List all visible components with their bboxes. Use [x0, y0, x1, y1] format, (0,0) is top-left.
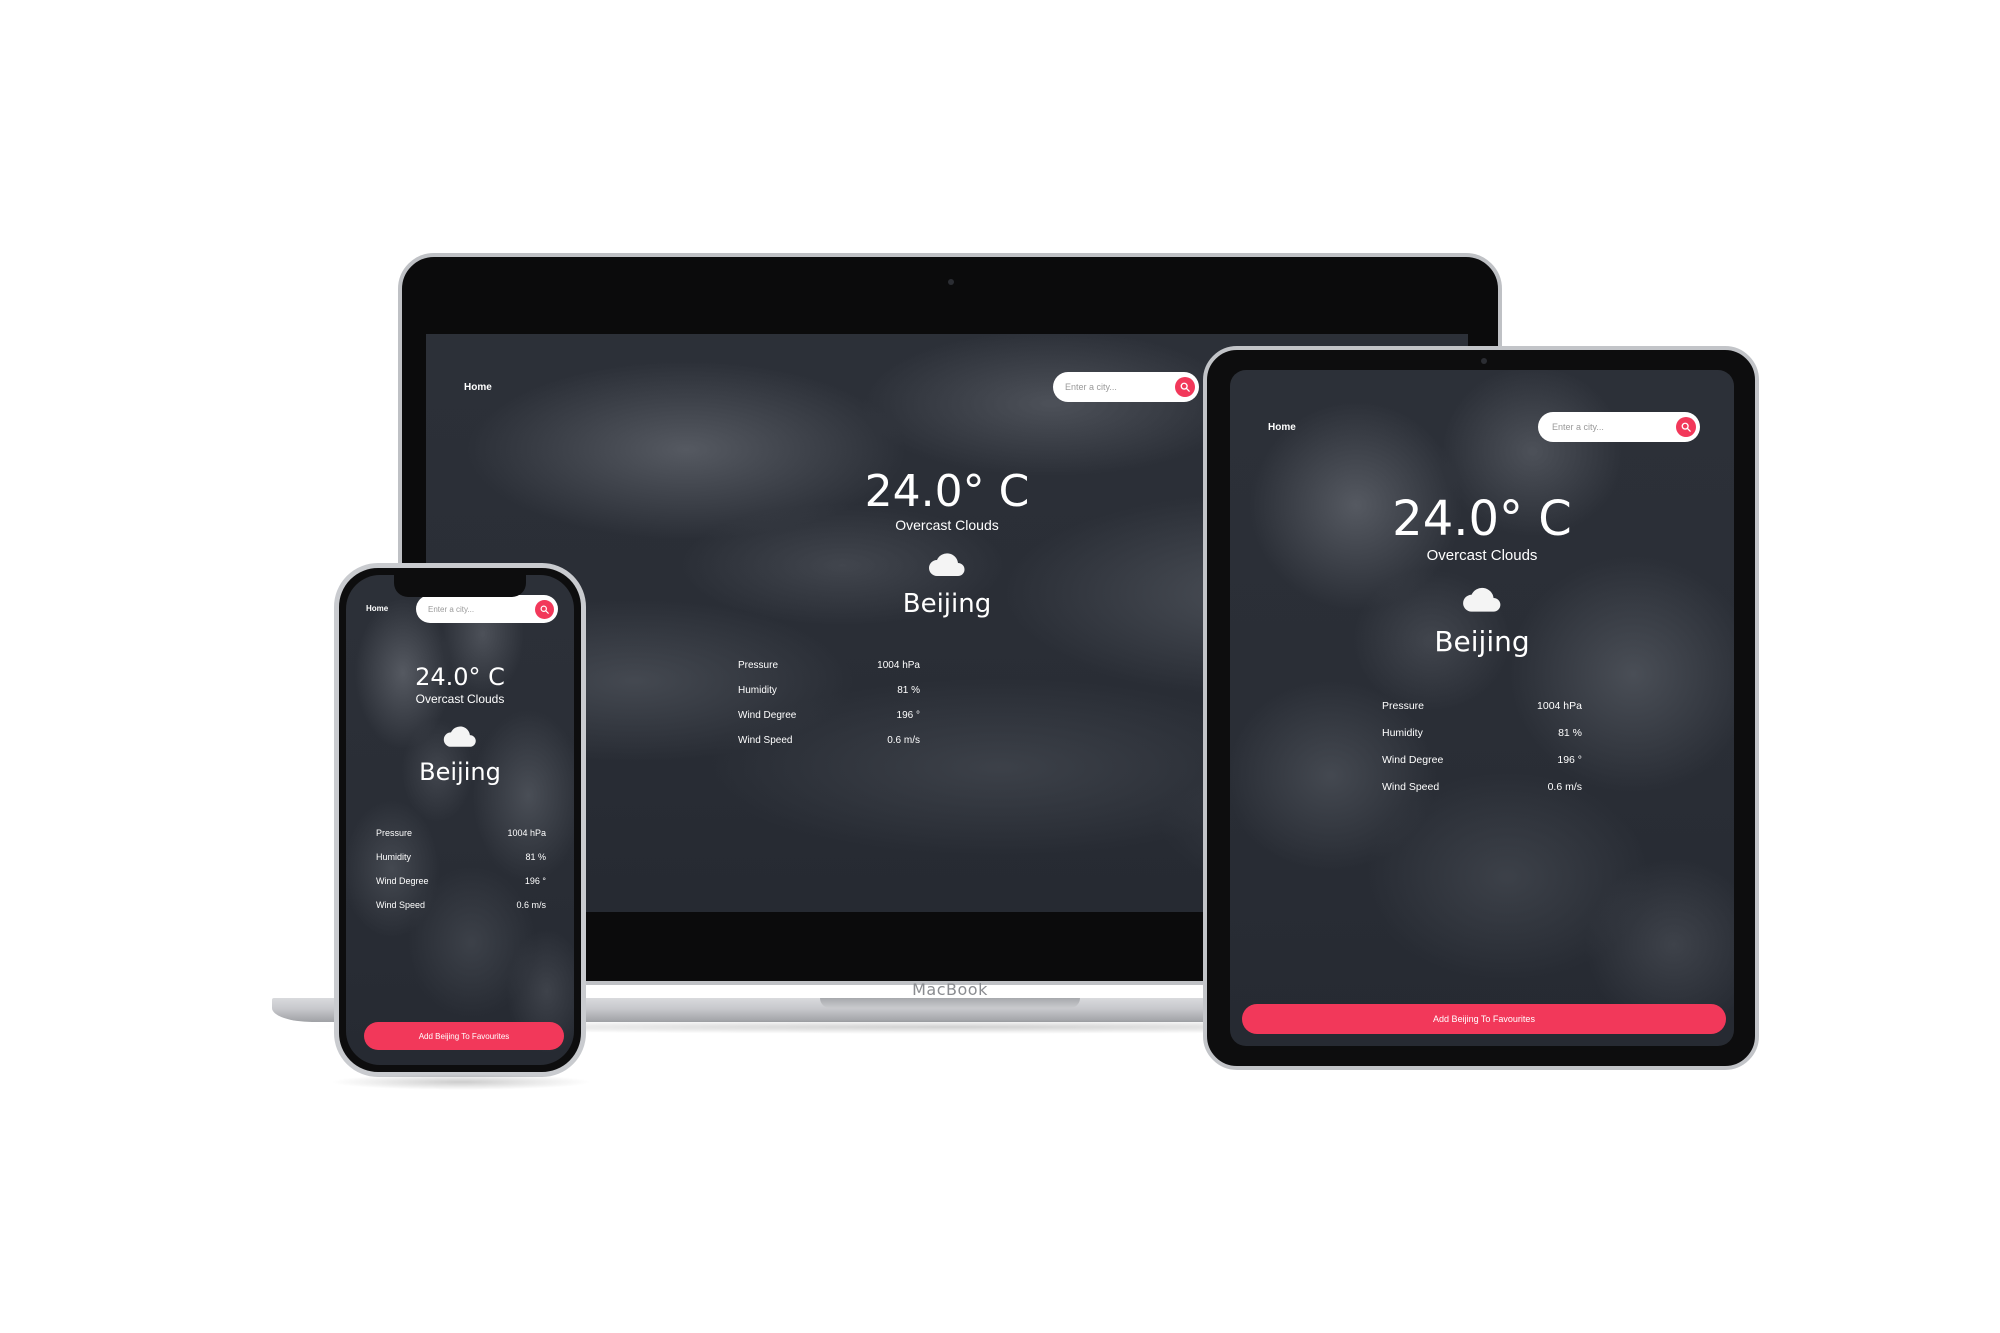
stat-value: 1004 hPa: [1537, 700, 1582, 712]
weather-stats: Pressure 1004 hPa Humidity 81 % Wind Deg…: [376, 828, 546, 924]
weather-stats: Pressure 1004 hPa Humidity 81 % Wind Deg…: [1382, 700, 1582, 808]
search-bar[interactable]: [416, 595, 558, 623]
cloud-icon: [1463, 587, 1501, 612]
weather-description: Overcast Clouds: [415, 692, 505, 706]
search-button[interactable]: [1175, 377, 1195, 397]
stat-label: Wind Degree: [376, 876, 429, 886]
stat-value: 196 °: [1557, 754, 1582, 766]
search-bar[interactable]: [1538, 412, 1700, 442]
city-name: Beijing: [1434, 625, 1530, 658]
stat-value: 1004 hPa: [877, 660, 920, 671]
stat-label: Pressure: [1382, 700, 1425, 712]
search-icon: [540, 605, 549, 614]
stat-label: Pressure: [376, 828, 413, 838]
stat-row-humidity: Humidity 81 %: [738, 685, 920, 710]
iphone-notch: [394, 575, 526, 597]
add-favourite-button[interactable]: Add Beijing To Favourites: [364, 1022, 564, 1050]
search-icon: [1180, 382, 1190, 392]
search-button[interactable]: [535, 599, 554, 619]
stat-value: 0.6 m/s: [1547, 781, 1582, 793]
macbook-brand-label: MacBook: [912, 980, 988, 999]
city-name: Beijing: [419, 758, 501, 786]
stat-row-pressure: Pressure 1004 hPa: [738, 660, 920, 685]
stat-label: Wind Degree: [1382, 754, 1444, 766]
weather-summary: 24.0° C Overcast Clouds Beijing: [1230, 492, 1734, 660]
stat-row-wind-speed: Wind Speed 0.6 m/s: [376, 900, 546, 924]
weather-description: Overcast Clouds: [1426, 547, 1538, 564]
camera: [948, 279, 954, 285]
weather-stats: Pressure 1004 hPa Humidity 81 % Wind Deg…: [738, 660, 920, 760]
stat-row-pressure: Pressure 1004 hPa: [1382, 700, 1582, 727]
search-input[interactable]: [1065, 382, 1175, 392]
stat-value: 81 %: [897, 685, 920, 696]
stat-row-wind-speed: Wind Speed 0.6 m/s: [1382, 781, 1582, 808]
nav-home-link[interactable]: Home: [1268, 422, 1296, 433]
stat-value: 196 °: [524, 876, 546, 886]
stat-label: Wind Degree: [738, 710, 797, 721]
stat-row-pressure: Pressure 1004 hPa: [376, 828, 546, 852]
search-input[interactable]: [428, 604, 535, 614]
cloud-icon: [929, 553, 965, 576]
macbook-hinge-notch: [820, 998, 1080, 1008]
stat-label: Humidity: [1382, 727, 1423, 739]
weather-summary: 24.0° C Overcast Clouds Beijing: [346, 663, 574, 787]
stat-value: 0.6 m/s: [516, 900, 546, 910]
iphone-screen: Home 24.0° C Overcast Clouds Beijing Pre…: [346, 575, 574, 1065]
cloud-icon: [443, 726, 476, 747]
search-bar[interactable]: [1053, 372, 1199, 402]
add-favourite-button[interactable]: Add Beijing To Favourites: [1242, 1004, 1726, 1034]
stat-label: Humidity: [738, 685, 777, 696]
stat-value: 81 %: [1558, 727, 1582, 739]
stat-value: 0.6 m/s: [887, 735, 920, 746]
stat-label: Pressure: [738, 660, 779, 671]
stat-label: Wind Speed: [1382, 781, 1440, 793]
stat-value: 1004 hPa: [507, 828, 546, 838]
temperature: 24.0° C: [415, 663, 505, 691]
stat-row-wind-degree: Wind Degree 196 °: [738, 710, 920, 735]
search-button[interactable]: [1676, 417, 1696, 437]
search-icon: [1681, 422, 1691, 432]
search-input[interactable]: [1552, 422, 1676, 432]
stat-label: Wind Speed: [376, 900, 426, 910]
camera: [1481, 358, 1487, 364]
stat-label: Wind Speed: [738, 735, 793, 746]
stat-value: 196 °: [896, 710, 920, 721]
nav-home-link[interactable]: Home: [366, 604, 388, 613]
stat-row-humidity: Humidity 81 %: [376, 852, 546, 876]
stat-row-humidity: Humidity 81 %: [1382, 727, 1582, 754]
ipad-screen: Home 24.0° C Overcast Clouds Beijing Pre…: [1230, 370, 1734, 1046]
stat-row-wind-degree: Wind Degree 196 °: [1382, 754, 1582, 781]
iphone-shadow: [330, 1074, 592, 1090]
temperature: 24.0° C: [1392, 491, 1572, 547]
stat-label: Humidity: [376, 852, 412, 862]
stat-row-wind-speed: Wind Speed 0.6 m/s: [738, 735, 920, 760]
stat-value: 81 %: [525, 852, 546, 862]
stat-row-wind-degree: Wind Degree 196 °: [376, 876, 546, 900]
nav-home-link[interactable]: Home: [464, 382, 492, 393]
